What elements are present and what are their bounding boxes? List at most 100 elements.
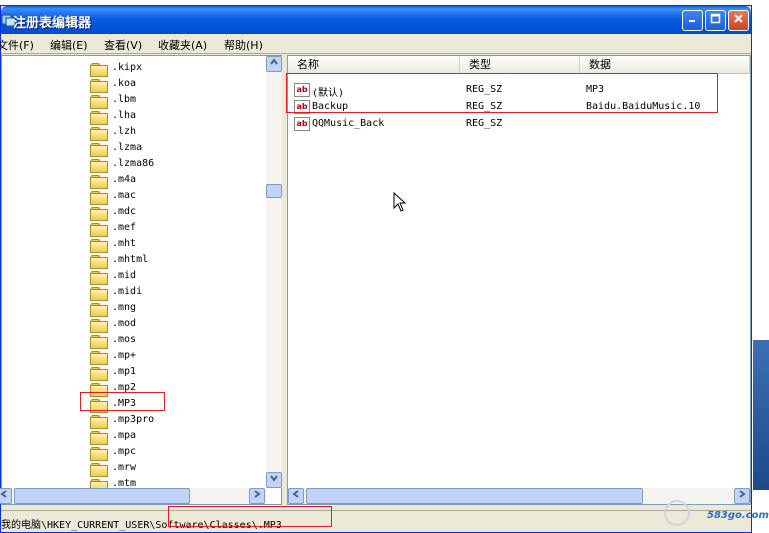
tree-item[interactable]: .mrw xyxy=(90,461,260,477)
status-path: 我的电脑\HKEY_CURRENT_USER\Software\Classes\… xyxy=(1,516,282,531)
tree-item-label: .midi xyxy=(112,286,142,297)
tree-item[interactable]: .mos xyxy=(90,333,260,349)
tree-item[interactable]: .mid xyxy=(90,269,260,285)
tree-item-label: .mp3pro xyxy=(112,414,154,425)
tree-item-label: .mos xyxy=(112,334,136,345)
column-header-type[interactable]: 类型 xyxy=(460,56,580,74)
value-data: MP3 xyxy=(586,84,604,95)
folder-icon xyxy=(90,271,107,284)
tree-item[interactable]: .mpc xyxy=(90,445,260,461)
tree-item[interactable]: .mef xyxy=(90,221,260,237)
tree-scroll-down-button[interactable] xyxy=(266,472,282,488)
tree-item-label: .mp2 xyxy=(112,382,136,393)
tree-scroll-left-button[interactable] xyxy=(0,488,12,504)
maximize-icon xyxy=(710,13,721,24)
title-bar[interactable]: 注册表编辑器 xyxy=(1,6,751,34)
tree-item-label: .mpa xyxy=(112,430,136,441)
tree-item[interactable]: .mp3pro xyxy=(90,413,260,429)
window-title: 注册表编辑器 xyxy=(13,12,91,31)
value-data: Baidu.BaiduMusic.10 xyxy=(586,101,700,112)
watermark: 583go.com xyxy=(662,500,767,528)
folder-icon xyxy=(90,415,107,428)
tree-item[interactable]: .mtm xyxy=(90,477,260,488)
tree-hscroll-thumb[interactable] xyxy=(14,488,190,504)
tree-item[interactable]: .m4a xyxy=(90,173,260,189)
tree-item-label: .MP3 xyxy=(112,398,136,409)
close-icon xyxy=(733,13,744,24)
menu-edit[interactable]: 编辑(E) xyxy=(50,37,88,53)
tree-item-label: .lzma xyxy=(112,142,142,153)
tree-vertical-scrollbar[interactable] xyxy=(266,56,282,488)
menu-favorites[interactable]: 收藏夹(A) xyxy=(158,37,207,53)
menu-view[interactable]: 查看(V) xyxy=(104,37,142,53)
tree-item[interactable]: .kipx xyxy=(90,61,260,77)
menu-file[interactable]: 文件(F) xyxy=(0,37,34,53)
tree-item[interactable]: .mp1 xyxy=(90,365,260,381)
folder-icon xyxy=(90,127,107,140)
folder-icon xyxy=(90,479,107,488)
folder-icon xyxy=(90,239,107,252)
tree-item[interactable]: .midi xyxy=(90,285,260,301)
tree-item[interactable]: .mp2 xyxy=(90,381,260,397)
minimize-button[interactable] xyxy=(682,10,703,31)
value-row[interactable]: abBackupREG_SZBaidu.BaiduMusic.10 xyxy=(288,99,750,116)
folder-icon xyxy=(90,207,107,220)
watermark-logo-icon xyxy=(664,500,690,526)
tree-item[interactable]: .mp+ xyxy=(90,349,260,365)
tree-item[interactable]: .mdc xyxy=(90,205,260,221)
folder-icon xyxy=(90,351,107,364)
folder-icon xyxy=(90,287,107,300)
tree-item-label: .mp1 xyxy=(112,366,136,377)
close-button[interactable] xyxy=(728,10,749,31)
minimize-icon xyxy=(687,13,698,24)
tree-item[interactable]: .lha xyxy=(90,109,260,125)
maximize-button[interactable] xyxy=(705,10,726,31)
value-row[interactable]: ab(默认)REG_SZMP3 xyxy=(288,82,750,99)
string-value-icon: ab xyxy=(294,83,310,97)
tree-item[interactable]: .lzma xyxy=(90,141,260,157)
tree-item-label: .mrw xyxy=(112,462,136,473)
column-header-name[interactable]: 名称 xyxy=(288,56,460,74)
tree-item[interactable]: .mpa xyxy=(90,429,260,445)
folder-icon xyxy=(90,223,107,236)
tree-horizontal-scrollbar[interactable] xyxy=(2,488,266,504)
folder-icon xyxy=(90,303,107,316)
key-tree: .kipx.koa.lbm .lha .lzh .lzma .lzma86.m4a.ma… xyxy=(2,56,266,488)
tree-item[interactable]: .lzh xyxy=(90,125,260,141)
chevron-right-icon xyxy=(252,489,262,499)
tree-item[interactable]: .mod xyxy=(90,317,260,333)
mouse-cursor-icon xyxy=(393,192,407,212)
tree-item[interactable]: .mac xyxy=(90,189,260,205)
tree-item[interactable]: .lbm xyxy=(90,93,260,109)
tree-item[interactable]: .koa xyxy=(90,77,260,93)
folder-icon xyxy=(90,175,107,188)
tree-item-label: .mid xyxy=(112,270,136,281)
tree-scroll-up-button[interactable] xyxy=(266,56,282,72)
tree-scroll-right-button[interactable] xyxy=(249,488,265,504)
column-header-data[interactable]: 数据 xyxy=(580,56,750,74)
tree-item-label: .lbm xyxy=(112,94,136,105)
folder-icon xyxy=(90,191,107,204)
value-type: REG_SZ xyxy=(466,84,502,95)
folder-icon xyxy=(90,319,107,332)
values-scroll-left-button[interactable] xyxy=(288,488,304,504)
chevron-right-icon xyxy=(737,489,747,499)
tree-scroll-thumb[interactable] xyxy=(266,184,282,198)
chevron-down-icon xyxy=(269,473,279,483)
tree-item-label: .lzh xyxy=(112,126,136,137)
folder-icon xyxy=(90,95,107,108)
tree-item[interactable]: .mht xyxy=(90,237,260,253)
status-bar: 我的电脑\HKEY_CURRENT_USER\Software\Classes\… xyxy=(1,510,751,532)
folder-icon xyxy=(90,383,107,396)
folder-icon xyxy=(90,143,107,156)
menu-help[interactable]: 帮助(H) xyxy=(224,37,263,53)
values-hscroll-thumb[interactable] xyxy=(306,488,643,504)
tree-item[interactable]: .MP3 xyxy=(90,397,260,413)
value-row[interactable]: abQQMusic_BackREG_SZ xyxy=(288,116,750,133)
tree-item-label: .lha xyxy=(112,110,136,121)
tree-item[interactable]: .mhtml xyxy=(90,253,260,269)
chevron-up-icon xyxy=(269,57,279,67)
column-headers: 名称 类型 数据 xyxy=(288,56,750,74)
tree-item[interactable]: .mng xyxy=(90,301,260,317)
tree-item[interactable]: .lzma86 xyxy=(90,157,260,173)
